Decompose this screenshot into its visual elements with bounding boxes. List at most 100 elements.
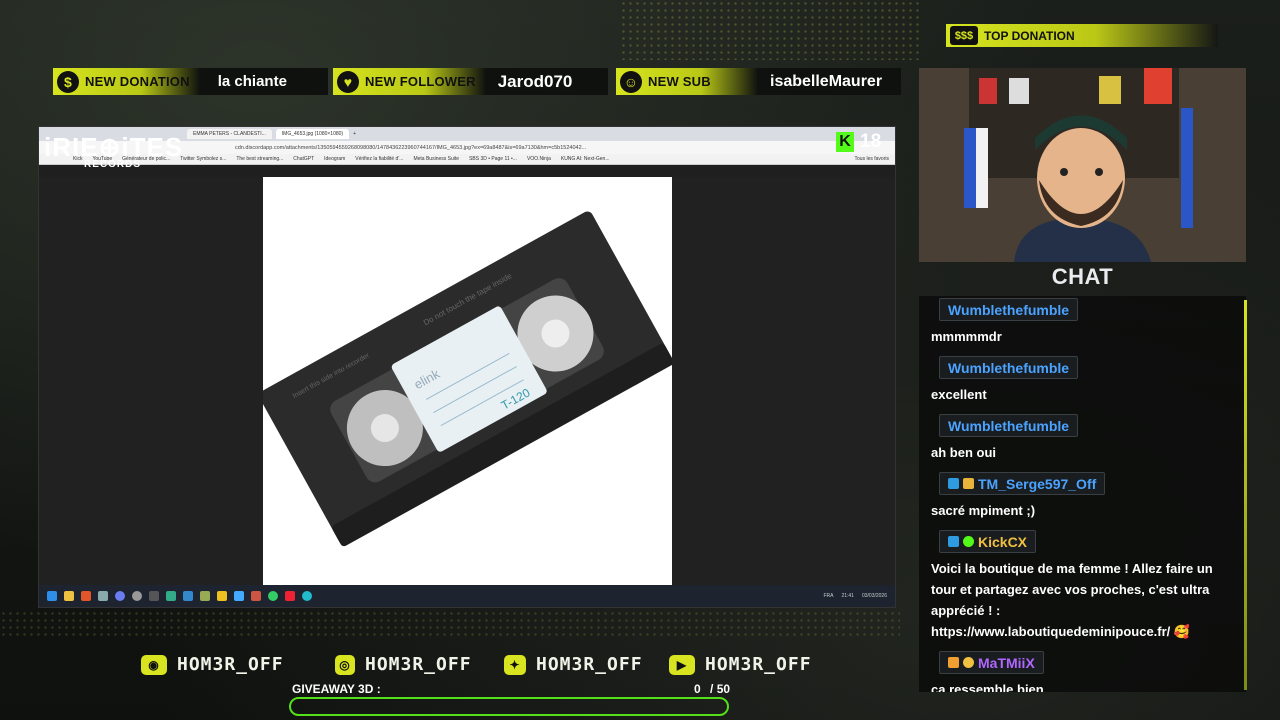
top-donation-banner: $$$ TOP DONATION [946,24,1218,47]
chat-username[interactable]: TM_Serge597_Off [939,472,1106,495]
file-explorer-icon[interactable] [64,591,74,601]
system-tray: FRA 21:41 03/03/2026 [823,593,887,599]
tray-date[interactable]: 03/03/2026 [862,593,887,599]
moderator-badge-icon [948,478,959,489]
bookmark-item[interactable]: VOO.Ninja [527,156,551,162]
bookmark-item[interactable]: Tous les favoris [855,156,889,162]
steam-icon[interactable] [98,591,108,601]
chat-message-text: Voici la boutique de ma femme ! Allez fa… [931,561,1213,639]
irieoites-records-logo: iRIE⊕iTES RECORDS [44,132,183,170]
eye [1095,168,1103,176]
dollar-stack-icon: $$$ [950,26,978,45]
social-handle: HOM3R_OFF [705,654,812,675]
chat-username-text[interactable]: Wumblethefumble [948,360,1069,376]
shelf-item [1099,76,1121,104]
new-follower-tag: ♥ NEW FOLLOWER [333,68,486,95]
app-icon[interactable] [132,591,142,601]
chat-username-text[interactable]: Wumblethefumble [948,302,1069,318]
app-icon[interactable] [149,591,159,601]
chat-username[interactable]: KickCX [939,530,1037,553]
subscriber-badge-icon [963,657,974,668]
verified-badge-icon [963,536,974,547]
social-youtube: ▶ HOM3R_OFF [669,654,812,675]
new-sub-alert: ☺ NEW SUB isabelleMaurer [616,68,901,95]
gift-badge-icon [948,657,959,668]
instagram-icon: ◎ [335,654,355,675]
bookmark-item[interactable]: The best streaming... [236,156,283,162]
new-follower-alert: ♥ NEW FOLLOWER Jarod070 [333,68,608,95]
chat-message-text: mmmmmdr [931,329,1002,344]
new-donation-alert: $ NEW DONATION la chiante [53,68,328,95]
browser-tab-active[interactable]: IMG_4653.jpg (1080×1080) [275,129,350,139]
new-tab-icon[interactable]: + [353,131,356,137]
vhs-cassette-illustration: elink T-120 Do not touch the tape inside… [263,211,672,547]
chat-username-text[interactable]: TM_Serge597_Off [978,476,1096,492]
chat-title: CHAT [1051,264,1114,289]
dollar-icon: $ [57,70,79,93]
chat-username[interactable]: Wumblethefumble [939,356,1079,379]
chat-message: MaTMiiX ça ressemble bien [931,651,1234,692]
bookmark-item[interactable]: Ideogram [324,156,345,162]
app-icon[interactable] [285,591,295,601]
chat-username-text[interactable]: KickCX [978,534,1027,550]
edge-icon[interactable] [302,591,312,601]
chat-username-text[interactable]: Wumblethefumble [948,418,1069,434]
chat-frame-accent [1244,300,1247,690]
giveaway-total: / 50 [710,682,731,696]
giveaway-progress-bar [289,697,729,716]
browser-tab[interactable]: EMMA PETERS - CLANDESTI... [187,129,272,139]
social-handle: HOM3R_OFF [365,654,472,675]
app-icon[interactable] [200,591,210,601]
app-icon[interactable] [234,591,244,601]
streamer-avatar [919,68,1246,262]
discord-icon: ◉ [141,654,167,675]
chat-username[interactable]: MaTMiiX [939,651,1044,674]
bookmark-item[interactable]: Twitter Symbolez s... [180,156,226,162]
kick-viewer-count: K 18 [836,131,881,153]
new-follower-label: NEW FOLLOWER [365,74,476,89]
url-text[interactable]: cdn.discordapp.com/attachments/135059455… [235,145,586,151]
bookmark-item[interactable]: Meta Business Suite [413,156,459,162]
app-icon[interactable] [251,591,261,601]
giveaway-label: GIVEAWAY 3D : [292,682,381,696]
new-sub-value: isabelleMaurer [770,72,883,90]
social-instagram: ◎ HOM3R_OFF [335,654,472,675]
app-icon[interactable] [217,591,227,601]
bookmark-item[interactable]: Vérifiez la fiabilité d'... [355,156,403,162]
image-viewer: elink T-120 Do not touch the tape inside… [39,177,895,586]
social-twitter: ✦ HOM3R_OFF [504,654,643,675]
whatsapp-icon[interactable] [268,591,278,601]
dot-pattern [620,0,920,60]
app-icon[interactable] [166,591,176,601]
new-donation-value: la chiante [217,73,287,90]
flag [964,128,976,208]
tray-time[interactable]: 21:41 [841,593,854,599]
bookmark-item[interactable]: ChatGPT [293,156,314,162]
app-icon[interactable] [183,591,193,601]
windows-taskbar: FRA 21:41 03/03/2026 [39,585,895,607]
chat-username-text[interactable]: MaTMiiX [978,655,1035,671]
chat-message-text: sacré mpiment ;) [931,503,1036,518]
tray-lang[interactable]: FRA [823,593,833,599]
moderator-badge-icon [948,536,959,547]
windows-start-icon[interactable] [47,591,57,601]
bookmark-item[interactable]: KUNG AI: Next-Gen... [561,156,610,162]
social-handle: HOM3R_OFF [536,654,643,675]
flag [976,128,988,208]
screen-capture: EMMA PETERS - CLANDESTI... IMG_4653.jpg … [38,126,896,608]
chat-username[interactable]: Wumblethefumble [939,298,1079,321]
chat-panel: Wumblethefumble mmmmmdr Wumblethefumble … [919,296,1246,692]
giveaway-current: 0 [694,682,701,696]
new-donation-label: NEW DONATION [85,74,190,89]
brave-icon[interactable] [81,591,91,601]
flag [1181,108,1193,228]
new-follower-value: Jarod070 [497,71,573,91]
bookmark-item[interactable]: SBS 3D • Page 11 •... [469,156,517,162]
chat-message-text: ça ressemble bien [931,682,1044,692]
discord-app-icon[interactable] [115,591,125,601]
chat-message: Wumblethefumble ah ben oui [931,414,1234,463]
vhs-cassette-photo: elink T-120 Do not touch the tape inside… [263,177,672,586]
chat-username[interactable]: Wumblethefumble [939,414,1079,437]
shelf-item [1009,78,1029,104]
new-sub-tag: ☺ NEW SUB [616,68,758,95]
